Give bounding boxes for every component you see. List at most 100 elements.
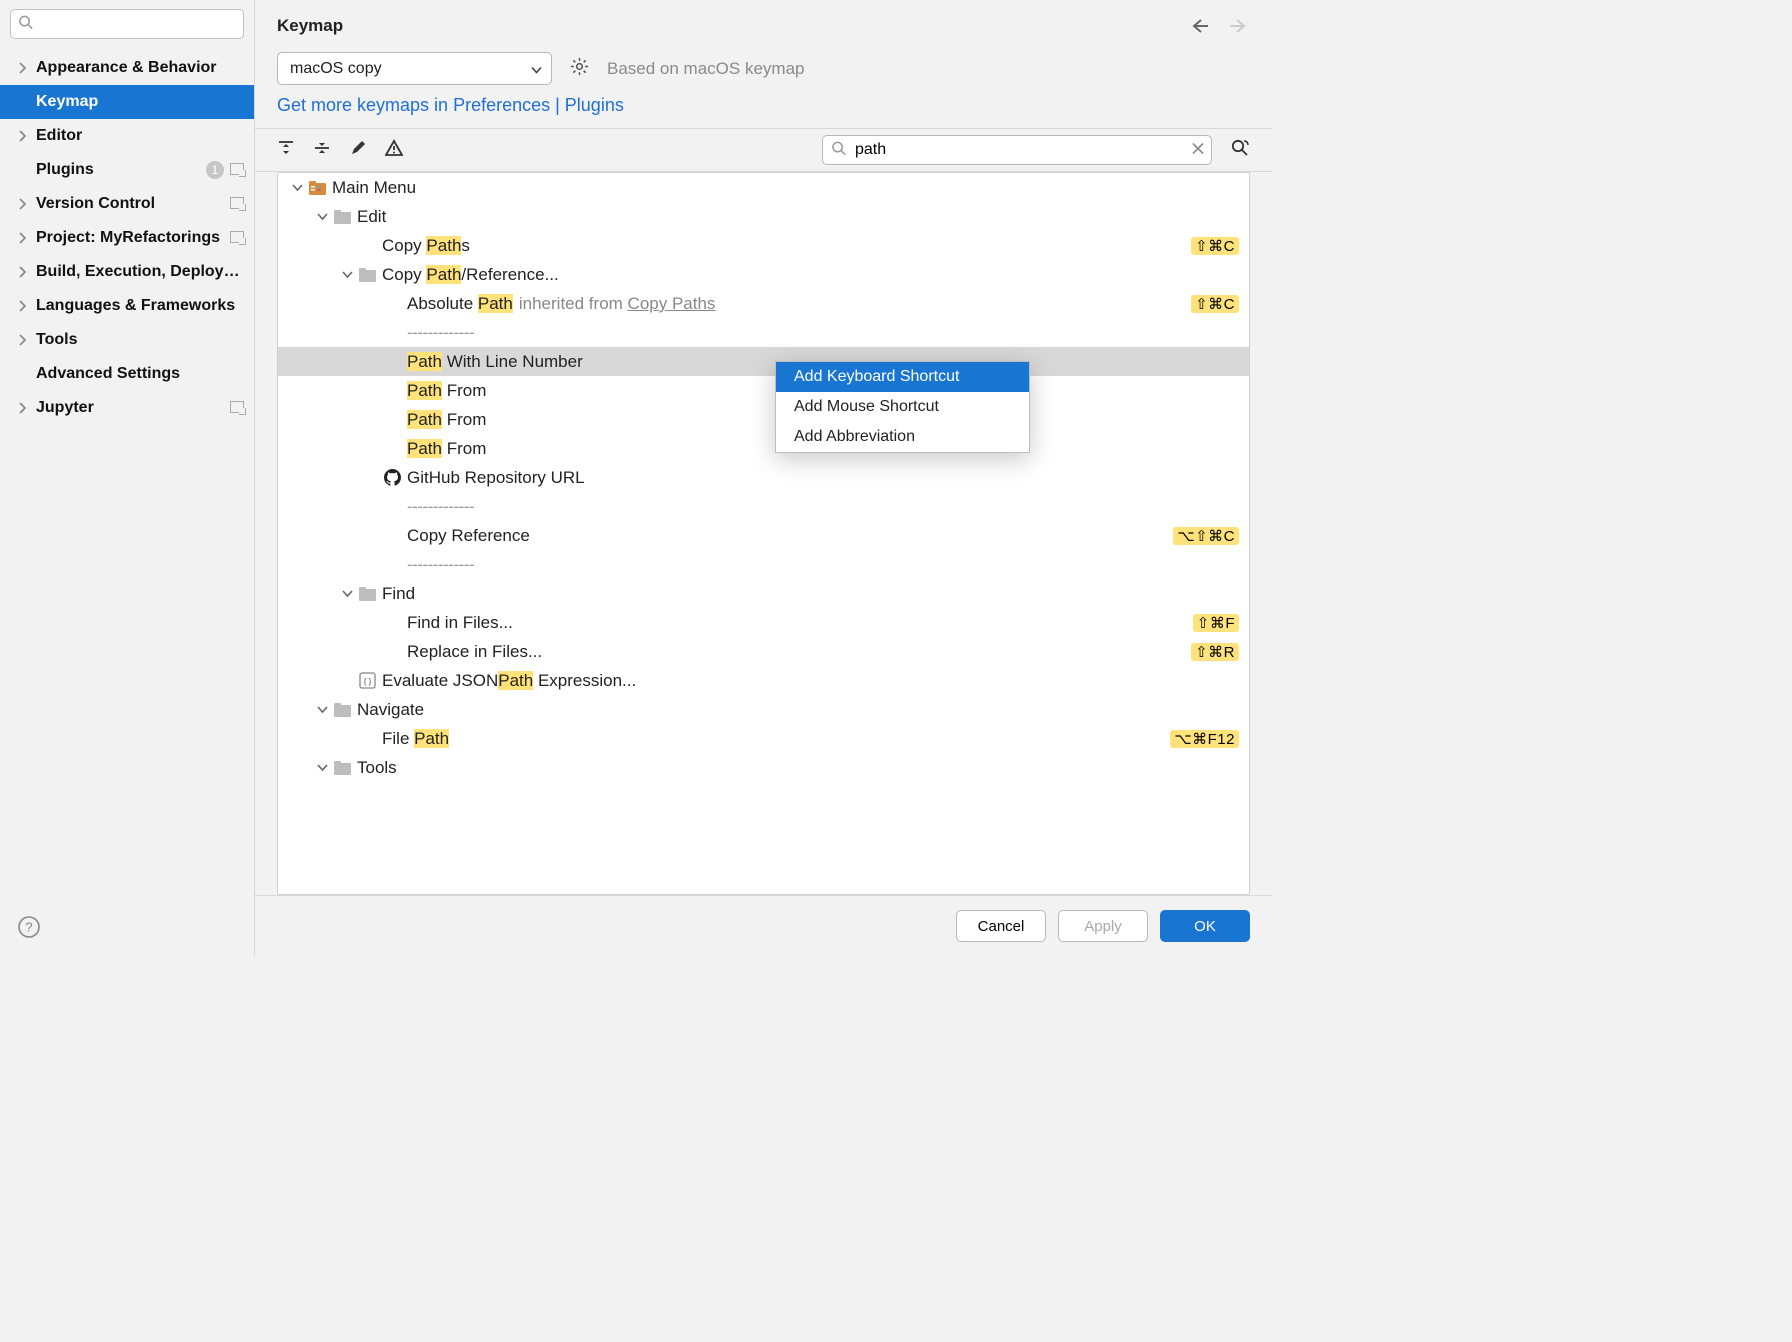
sidebar-item-label: Keymap — [36, 93, 244, 111]
sidebar-item-label: Editor — [36, 127, 244, 145]
context-menu: Add Keyboard ShortcutAdd Mouse ShortcutA… — [775, 361, 1030, 453]
sidebar-item-label: Appearance & Behavior — [36, 59, 244, 77]
tree-row[interactable]: Tools — [278, 753, 1249, 782]
sidebar-item-editor[interactable]: Editor — [0, 119, 254, 153]
tree-row-label: Main Menu — [332, 178, 416, 198]
back-button[interactable] — [1188, 17, 1210, 35]
tree-row[interactable]: Edit — [278, 202, 1249, 231]
sidebar-item-build-execution-deployment[interactable]: Build, Execution, Deployment — [0, 255, 254, 289]
tree-row[interactable]: GitHub Repository URL — [278, 463, 1249, 492]
help-icon[interactable]: ? — [18, 925, 40, 942]
find-by-shortcut-icon[interactable] — [1230, 138, 1250, 162]
svg-text:{ }: { } — [363, 677, 371, 686]
edit-icon[interactable] — [349, 139, 367, 161]
tree-row-label: File Path — [382, 729, 449, 749]
tree-row[interactable]: ------------- — [278, 318, 1249, 347]
sidebar-item-label: Jupyter — [36, 399, 230, 417]
tree-row[interactable]: Copy Path/Reference... — [278, 260, 1249, 289]
tree-row-label: Find in Files... — [407, 613, 513, 633]
gear-icon[interactable] — [570, 57, 589, 80]
tree-row-label: GitHub Repository URL — [407, 468, 585, 488]
sidebar-item-keymap[interactable]: Keymap — [0, 85, 254, 119]
forward-button[interactable] — [1228, 17, 1250, 35]
get-more-keymaps-link[interactable]: Get more keymaps in Preferences | Plugin… — [277, 95, 624, 115]
tree-row[interactable]: Path From — [278, 434, 1249, 463]
clear-search-icon[interactable] — [1192, 142, 1204, 159]
collapse-all-icon[interactable] — [313, 139, 331, 161]
tree-row[interactable]: Absolute Path inherited from Copy Paths⇧… — [278, 289, 1249, 318]
chevron-right-icon — [16, 334, 29, 346]
sidebar-item-version-control[interactable]: Version Control — [0, 187, 254, 221]
sidebar-item-appearance-behavior[interactable]: Appearance & Behavior — [0, 51, 254, 85]
tree-row-label: Edit — [357, 207, 386, 227]
keymap-select[interactable]: macOS copy — [277, 52, 552, 85]
sidebar-item-languages-frameworks[interactable]: Languages & Frameworks — [0, 289, 254, 323]
tree-row-label: Navigate — [357, 700, 424, 720]
tree-row[interactable]: Navigate — [278, 695, 1249, 724]
chevron-down-icon — [315, 764, 329, 772]
page-title: Keymap — [277, 16, 343, 36]
sidebar-item-label: Tools — [36, 331, 244, 349]
tree-row[interactable]: Find — [278, 579, 1249, 608]
cancel-button[interactable]: Cancel — [956, 910, 1046, 942]
actions-search-input[interactable] — [822, 135, 1212, 165]
sidebar-item-plugins[interactable]: Plugins1 — [0, 153, 254, 187]
apply-button[interactable]: Apply — [1058, 910, 1148, 942]
tree-row[interactable]: Path From — [278, 405, 1249, 434]
tree-row[interactable]: Replace in Files...⇧⌘R — [278, 637, 1249, 666]
shortcut-badge: ⇧⌘F — [1193, 614, 1239, 632]
sidebar-search — [10, 9, 244, 39]
chevron-right-icon — [16, 130, 29, 142]
chevron-right-icon — [16, 62, 29, 74]
tree-row[interactable]: ------------- — [278, 550, 1249, 579]
tree-row[interactable]: Path From — [278, 376, 1249, 405]
chevron-right-icon — [16, 300, 29, 312]
folder-icon — [333, 701, 351, 719]
tree-row[interactable]: { }Evaluate JSONPath Expression... — [278, 666, 1249, 695]
search-icon — [18, 15, 33, 34]
chevron-down-icon — [290, 184, 304, 192]
tree-row[interactable]: ------------- — [278, 492, 1249, 521]
svg-text:?: ? — [25, 920, 32, 935]
tree-row[interactable]: File Path ⌥⌘F12 — [278, 724, 1249, 753]
shortcut-badge: ⌥⌘F12 — [1170, 730, 1239, 748]
tree-row[interactable]: Main Menu — [278, 173, 1249, 202]
keymap-select-value: macOS copy — [290, 60, 382, 78]
sidebar-item-jupyter[interactable]: Jupyter — [0, 391, 254, 425]
shortcut-badge: ⇧⌘C — [1191, 295, 1239, 313]
context-menu-item[interactable]: Add Mouse Shortcut — [776, 392, 1029, 422]
separator: ------------- — [407, 555, 474, 575]
tree-row-label: Copy Path/Reference... — [382, 265, 559, 285]
tree-row[interactable]: Path With Line Number — [278, 347, 1249, 376]
sidebar-search-input[interactable] — [10, 9, 244, 39]
folder-icon — [358, 585, 376, 603]
tree-row-label: Path From — [407, 410, 486, 430]
tree-row[interactable]: Copy Paths⇧⌘C — [278, 231, 1249, 260]
sidebar-item-project-myrefactorings[interactable]: Project: MyRefactorings — [0, 221, 254, 255]
warning-icon[interactable] — [385, 139, 403, 161]
ok-button[interactable]: OK — [1160, 910, 1250, 942]
project-level-icon — [230, 230, 244, 247]
chevron-down-icon — [531, 60, 542, 77]
sidebar-item-advanced-settings[interactable]: Advanced Settings — [0, 357, 254, 391]
sidebar-item-label: Build, Execution, Deployment — [36, 263, 244, 281]
tree-row-label: Tools — [357, 758, 397, 778]
tree-row[interactable]: Copy Reference⌥⇧⌘C — [278, 521, 1249, 550]
project-level-icon — [230, 196, 244, 213]
expand-all-icon[interactable] — [277, 139, 295, 161]
context-menu-item[interactable]: Add Keyboard Shortcut — [776, 362, 1029, 392]
tree-row-label: Copy Reference — [407, 526, 530, 546]
project-level-icon — [230, 162, 244, 179]
chevron-right-icon — [16, 402, 29, 414]
context-menu-item[interactable]: Add Abbreviation — [776, 422, 1029, 452]
badge: 1 — [206, 161, 224, 179]
chevron-down-icon — [315, 706, 329, 714]
tree-row[interactable]: Find in Files... ⇧⌘F — [278, 608, 1249, 637]
sidebar-item-label: Plugins — [36, 161, 206, 179]
folder-icon — [308, 179, 326, 197]
folder-icon — [333, 208, 351, 226]
actions-tree[interactable]: Main Menu Edit Copy Paths⇧⌘C Copy Path/Refe… — [277, 172, 1250, 895]
separator: ------------- — [407, 323, 474, 343]
chevron-down-icon — [340, 590, 354, 598]
sidebar-item-tools[interactable]: Tools — [0, 323, 254, 357]
